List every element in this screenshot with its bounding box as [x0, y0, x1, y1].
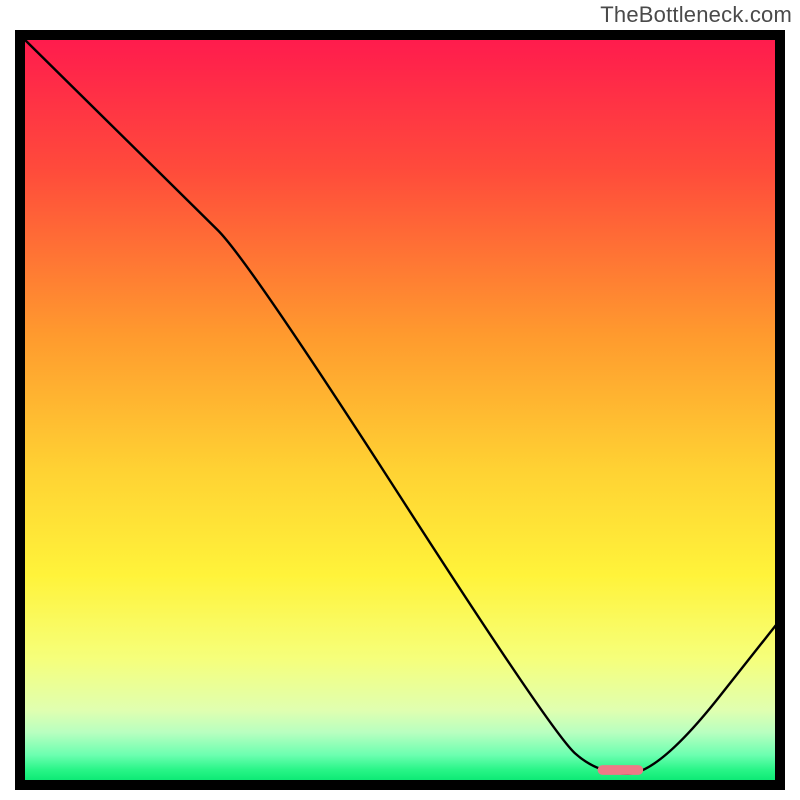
attribution-label: TheBottleneck.com: [600, 2, 792, 28]
plot-area: [20, 35, 780, 785]
bottleneck-chart: [15, 30, 785, 790]
optimal-marker: [598, 765, 644, 775]
chart-container: TheBottleneck.com: [0, 0, 800, 800]
